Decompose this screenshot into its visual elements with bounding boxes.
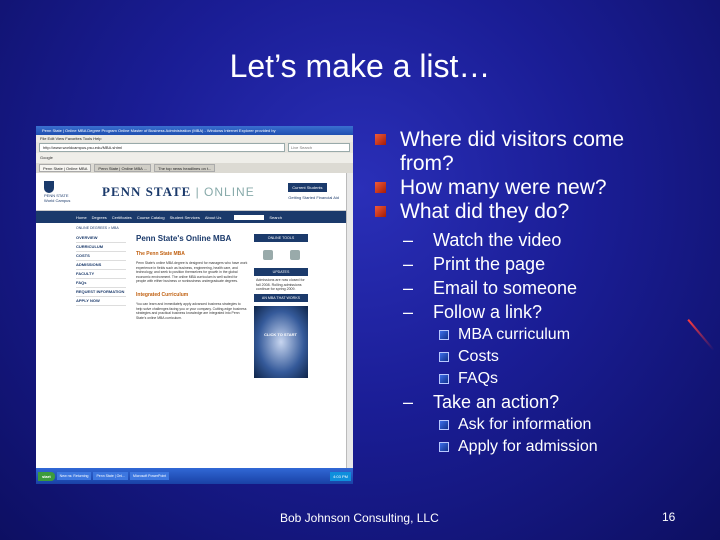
square-bullet-icon	[375, 206, 386, 217]
bullet-item: What did they do?	[375, 200, 705, 224]
sidebar-item: APPLY NOW	[76, 297, 126, 306]
scrollbar	[346, 173, 353, 478]
sub-bullet: – Email to someone	[403, 278, 578, 298]
square-bullet-icon	[439, 420, 449, 430]
sidebar-item: FACULTY	[76, 270, 126, 279]
slide-title: Let’s make a list…	[229, 48, 491, 84]
site-search-input	[234, 214, 265, 220]
getting-started-links: Getting Started Financial Aid	[288, 195, 339, 200]
browser-tab: The top news headlines on t...	[154, 164, 216, 172]
windows-taskbar: start New ns: Returning Penn State | Onl…	[36, 468, 353, 484]
sub-bullet: – Watch the video	[403, 230, 562, 250]
tools-header: ONLINE TOOLS	[254, 234, 308, 242]
third-level-bullet: FAQs	[439, 368, 705, 390]
tool-icons	[254, 242, 308, 268]
browser-tab: Penn State | Online MBA	[39, 164, 92, 172]
square-bullet-icon	[439, 442, 449, 452]
third-level-bullet: Ask for information	[439, 414, 705, 436]
sidebar-item: CURRICULUM	[76, 243, 126, 252]
nav-item: Certificates	[111, 214, 132, 220]
right-column: ONLINE TOOLS UPDATES Admissions are now …	[254, 234, 308, 378]
nav-item: Course Catalog	[136, 214, 165, 220]
current-students-link: Current Students	[288, 183, 327, 192]
window-title-bar: Penn State | Online MBA Degree Program O…	[36, 126, 353, 135]
third-level-bullet: MBA curriculum	[439, 324, 705, 346]
sidebar: OVERVIEW CURRICULUM COSTS ADMISSIONS FAC…	[76, 234, 126, 306]
page-heading: Penn State's Online MBA	[136, 234, 232, 243]
sub-bullet: – Follow a link?	[403, 302, 543, 322]
taskbar-item: Penn State | Onl...	[93, 472, 129, 480]
site-logo: PENN STATE World Campus	[44, 180, 82, 203]
site-search-button: Search	[269, 214, 282, 220]
video-cta: CLICK TO START	[264, 331, 297, 337]
sub-bullet: – Print the page	[403, 254, 546, 274]
third-level-bullet: Apply for admission	[439, 436, 705, 458]
sidebar-item: FAQs	[76, 279, 126, 288]
nav-item: Student Services	[169, 214, 200, 220]
taskbar-clock: 4:03 PM	[330, 471, 351, 481]
nav-item: Degrees	[91, 214, 107, 220]
sidebar-item: ADMISSIONS	[76, 261, 126, 270]
browser-tab: Penn State | Online MBA ...	[94, 164, 152, 172]
main-content: Penn State's Online MBA The Penn State M…	[136, 234, 248, 324]
slide-footer: Bob Johnson Consulting, LLC	[280, 511, 439, 525]
google-toolbar: Google	[36, 153, 353, 163]
sidebar-item: COSTS	[76, 252, 126, 261]
breadcrumb: ONLINE DEGREES > MBA	[76, 226, 119, 230]
bullet-item: Where did visitors come from?	[375, 128, 705, 176]
bullet-list: Where did visitors come from? How many w…	[375, 128, 705, 458]
email-icon	[262, 250, 273, 260]
square-bullet-icon	[439, 374, 449, 384]
bullet-item: How many were new?	[375, 176, 705, 200]
shield-icon	[44, 180, 54, 193]
sub-bullet: – Take an action?	[403, 392, 560, 412]
video-player: CLICK TO START	[254, 305, 308, 378]
sidebar-item: REQUEST INFORMATION	[76, 288, 126, 297]
browser-tabs: Penn State | Online MBA Penn State | Onl…	[36, 163, 353, 173]
nav-item: About Us	[204, 214, 222, 220]
square-bullet-icon	[375, 182, 386, 193]
site-header: PENN STATE World Campus PENN STATE | ONL…	[36, 173, 347, 211]
print-icon	[289, 250, 300, 260]
square-bullet-icon	[439, 352, 449, 362]
site-brand: PENN STATE | ONLINE	[102, 183, 255, 199]
url-field: http://www.worldcampus.psu.edu/MBA.shtml	[39, 143, 285, 152]
taskbar-item: Microsoft PowerPoint	[130, 472, 170, 480]
web-page: PENN STATE World Campus PENN STATE | ONL…	[36, 173, 347, 478]
updates-text: Admissions are now closed for fall 2008.…	[256, 278, 305, 292]
body-text: You can learn and immediately apply adva…	[136, 301, 247, 320]
third-level-bullet: Costs	[439, 346, 705, 368]
sidebar-item: OVERVIEW	[76, 234, 126, 243]
section-heading: Integrated Curriculum	[136, 291, 189, 298]
start-button: start	[38, 471, 55, 481]
section-heading: The Penn State MBA	[136, 251, 185, 257]
address-bar: http://www.worldcampus.psu.edu/MBA.shtml…	[36, 142, 353, 153]
search-field: Live Search	[288, 143, 350, 152]
square-bullet-icon	[439, 330, 449, 340]
updates-header: UPDATES	[254, 268, 308, 276]
video-header: AN MBA THAT WORKS	[254, 293, 308, 302]
body-text: Penn State's online MBA degree is design…	[136, 261, 248, 284]
menu-bar: File Edit View Favorites Tools Help	[36, 135, 353, 142]
square-bullet-icon	[375, 134, 386, 145]
browser-screenshot: Penn State | Online MBA Degree Program O…	[36, 126, 353, 484]
page-number: 16	[662, 510, 676, 524]
nav-item: Home	[76, 214, 87, 220]
taskbar-item: New ns: Returning	[56, 472, 92, 480]
site-nav: Home Degrees Certificates Course Catalog…	[36, 211, 347, 223]
